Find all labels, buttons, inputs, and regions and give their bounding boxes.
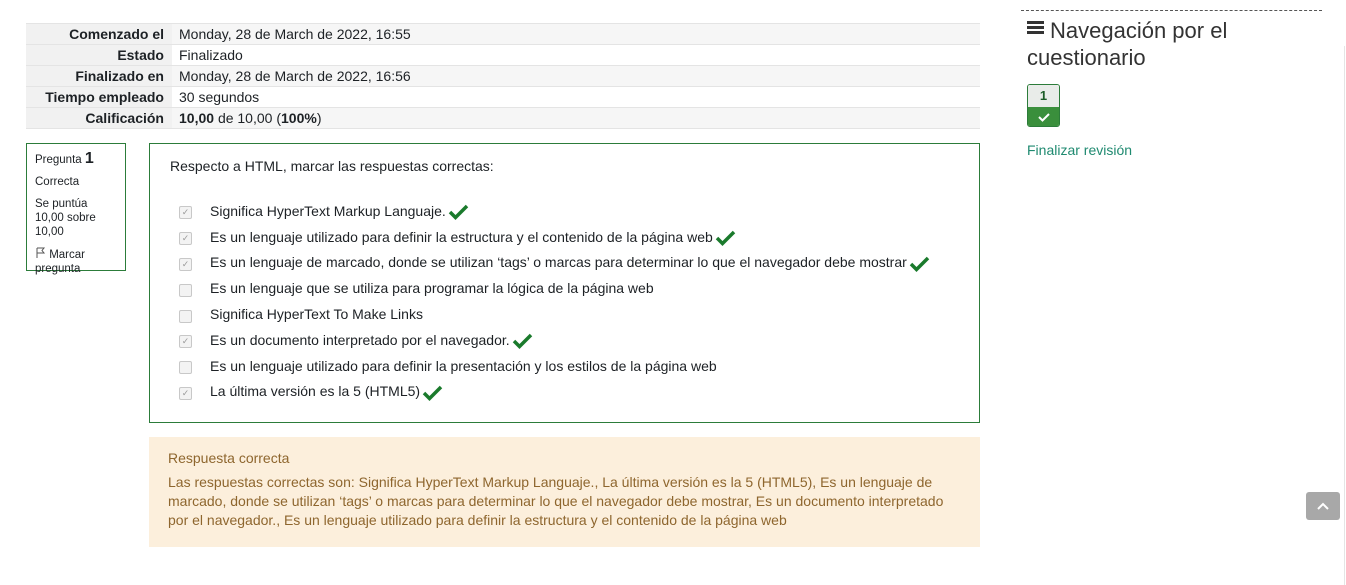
grade-of: de 10,00 (: [217, 110, 281, 126]
answer-option: ✓ Significa HyperText Markup Languaje.: [170, 198, 959, 224]
flag-icon: [35, 247, 46, 261]
checkmark-icon: [909, 256, 930, 275]
question-text: Respecto a HTML, marcar las respuestas c…: [170, 158, 494, 174]
finish-review-link[interactable]: Finalizar revisión: [1027, 142, 1132, 158]
summary-label: Comenzado el: [26, 23, 172, 45]
summary-value: 30 segundos: [172, 86, 980, 108]
answer-label: Es un lenguaje que se utiliza para progr…: [210, 280, 654, 297]
nav-title-heading: Navegación por el cuestionario: [1027, 17, 1322, 71]
answer-option: ✓ La última versión es la 5 (HTML5): [170, 379, 959, 405]
answer-options: ✓ Significa HyperText Markup Languaje. ✓ Es…: [170, 198, 959, 404]
summary-value: Monday, 28 de March de 2022, 16:56: [172, 65, 980, 87]
question-prefix: Pregunta: [35, 154, 82, 166]
grade-value: 10,00 de 10,00 (100%): [172, 107, 980, 129]
question-box: Respecto a HTML, marcar las respuestas c…: [149, 143, 980, 423]
answer-checkbox[interactable]: ✓: [179, 335, 192, 349]
grade-percent: 100%: [281, 110, 317, 126]
summary-value: Finalizado: [172, 44, 980, 66]
question-nav-number: 1: [1028, 85, 1059, 107]
answer-checkbox[interactable]: ✓: [179, 206, 192, 220]
question-number-value: 1: [84, 150, 94, 167]
grade-score: 10,00: [179, 110, 215, 126]
question-number: Pregunta 1: [35, 150, 117, 167]
answer-label: La última versión es la 5 (HTML5): [210, 383, 421, 400]
answer-option: Es un lenguaje utilizado para definir la…: [170, 353, 959, 379]
answer-label: Significa HyperText Markup Languaje.: [210, 202, 446, 219]
summary-row: Comenzado el Monday, 28 de March de 2022…: [26, 23, 980, 45]
question-grade: Se puntúa 10,00 sobre 10,00: [35, 198, 96, 238]
chevron-up-icon: [1317, 497, 1329, 515]
answer-checkbox[interactable]: [179, 309, 192, 323]
dashed-divider: [1021, 10, 1322, 11]
flag-question-link[interactable]: Marcar pregunta: [35, 247, 117, 276]
checkmark-icon: [512, 333, 533, 352]
attempt-summary-table: Comenzado el Monday, 28 de March de 2022…: [26, 23, 980, 129]
feedback-panel: Respuesta correcta Las respuestas correc…: [149, 437, 980, 547]
answer-checkbox[interactable]: ✓: [179, 386, 192, 400]
answer-checkbox[interactable]: ✓: [179, 232, 192, 246]
question-info-panel: Pregunta 1 Correcta Se puntúa 10,00 sobr…: [26, 143, 126, 275]
answer-label: Es un lenguaje utilizado para definir la…: [210, 228, 713, 245]
feedback-text: Las respuestas correctas son: Significa …: [168, 474, 944, 528]
question-nav-button-1[interactable]: 1: [1027, 84, 1060, 127]
checkmark-icon: [448, 204, 469, 223]
summary-row: Finalizado en Monday, 28 de March de 202…: [26, 65, 980, 87]
scroll-to-top-button[interactable]: [1306, 492, 1340, 520]
hamburger-icon: [1027, 21, 1044, 36]
summary-label: Finalizado en: [26, 65, 172, 87]
answer-checkbox[interactable]: [179, 283, 192, 297]
answer-option: ✓ Es un documento interpretado por el nav…: [170, 327, 959, 353]
feedback-title: Respuesta correcta: [168, 450, 290, 466]
answer-label: Es un lenguaje de marcado, donde se util…: [210, 254, 907, 271]
summary-row: Estado Finalizado: [26, 44, 980, 66]
answer-option: Significa HyperText To Make Links: [170, 301, 959, 327]
checkmark-icon: [422, 385, 443, 404]
nav-title: Navegación por el cuestionario: [1027, 18, 1228, 70]
summary-label: Calificación: [26, 107, 172, 129]
summary-label: Estado: [26, 44, 172, 66]
quiz-navigation-block: Navegación por el cuestionario 1 Finaliz…: [1021, 10, 1322, 158]
answer-option: ✓ Es un lenguaje utilizado para definir l…: [170, 224, 959, 250]
summary-row: Tiempo empleado 30 segundos: [26, 86, 980, 108]
answer-checkbox[interactable]: [179, 361, 192, 375]
answer-checkbox[interactable]: ✓: [179, 257, 192, 271]
question-state: Correcta: [35, 176, 80, 188]
summary-value: Monday, 28 de March de 2022, 16:55: [172, 23, 980, 45]
checkmark-icon: [715, 230, 736, 249]
summary-row: Calificación 10,00 de 10,00 (100%): [26, 107, 980, 129]
answer-option: Es un lenguaje que se utiliza para progr…: [170, 275, 959, 301]
answer-label: Es un documento interpretado por el nave…: [210, 331, 510, 348]
summary-label: Tiempo empleado: [26, 86, 172, 108]
page-scrollbar-track[interactable]: [1344, 46, 1345, 585]
answer-label: Es un lenguaje utilizado para definir la…: [210, 357, 717, 374]
checkmark-icon: [1028, 107, 1059, 126]
answer-label: Significa HyperText To Make Links: [210, 306, 423, 323]
answer-option: ✓ Es un lenguaje de marcado, donde se uti…: [170, 250, 959, 276]
grade-close: ): [316, 110, 322, 126]
